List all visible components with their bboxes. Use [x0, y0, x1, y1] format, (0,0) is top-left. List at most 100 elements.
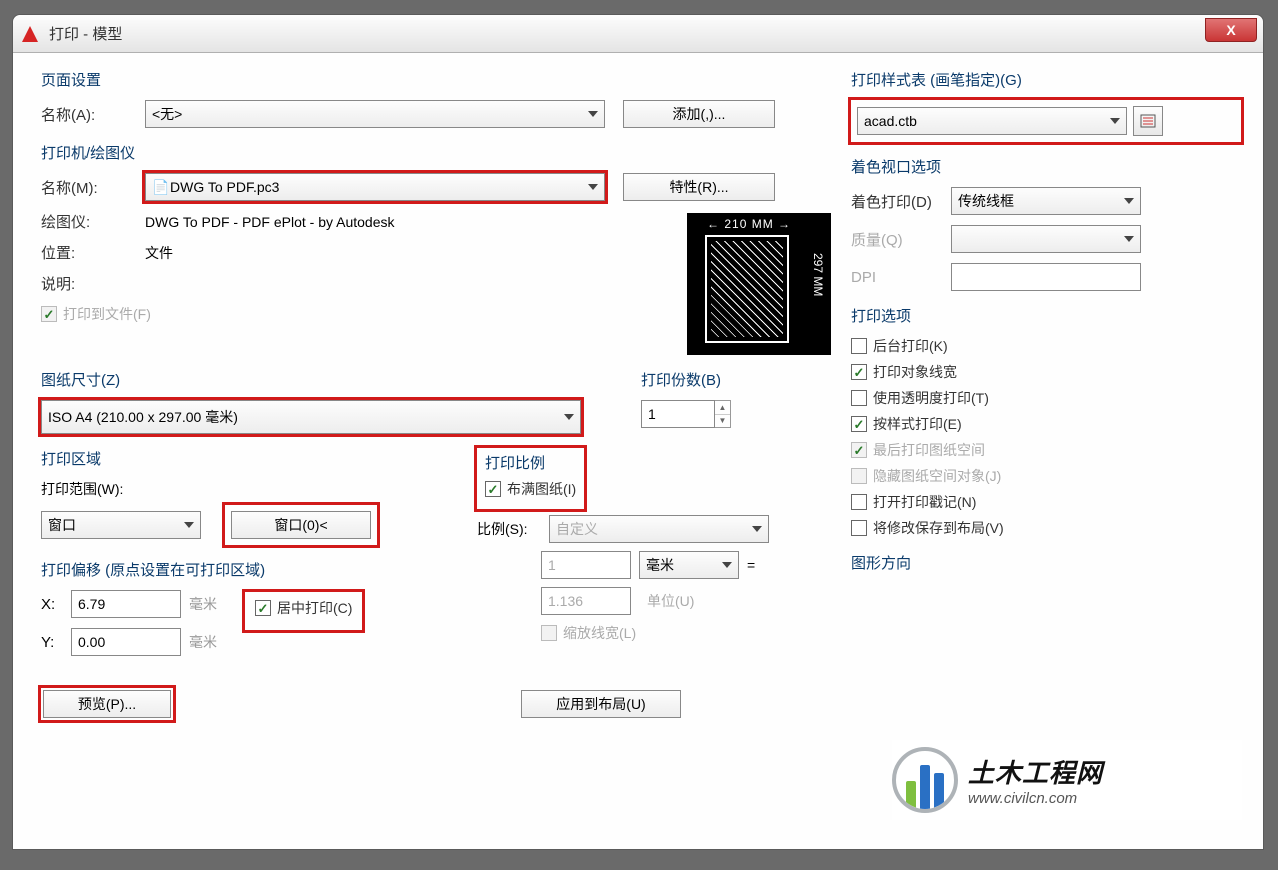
copies-spinner[interactable]: ▲▼ — [715, 400, 731, 428]
titlebar: 打印 - 模型 X — [13, 15, 1263, 53]
opt-hide-paperspace: 隐藏图纸空间对象(J) — [851, 466, 1241, 486]
printer-name-select[interactable]: 📄 DWG To PDF.pc3 — [145, 173, 605, 201]
copies-input[interactable] — [641, 400, 715, 428]
opt-transparency[interactable]: 使用透明度打印(T) — [851, 388, 1241, 408]
paper-size-heading: 图纸尺寸(Z) — [41, 369, 601, 390]
checkbox-icon — [851, 442, 867, 458]
scale-unit-select[interactable]: 毫米 — [639, 551, 739, 579]
checkbox-icon — [485, 481, 501, 497]
add-button[interactable]: 添加(,)... — [623, 100, 775, 128]
opt-plot-stamp[interactable]: 打开打印戳记(N) — [851, 492, 1241, 512]
offset-y-label: Y: — [41, 634, 63, 651]
offset-x-label: X: — [41, 596, 63, 613]
checkbox-icon — [851, 338, 867, 354]
scale-num-input — [541, 551, 631, 579]
watermark-en: www.civilcn.com — [968, 790, 1103, 807]
watermark: 土木工程网 www.civilcn.com — [892, 740, 1242, 820]
plot-range-select[interactable]: 窗口 — [41, 511, 201, 539]
copies-heading: 打印份数(B) — [641, 369, 731, 390]
print-dialog: 打印 - 模型 X 页面设置 名称(A): <无> 添加(,)... — [12, 14, 1264, 850]
plot-area-group: 打印区域 打印范围(W): 窗口 窗口(0)< — [41, 448, 441, 545]
checkbox-icon — [851, 390, 867, 406]
scale-label: 比例(S): — [477, 519, 541, 539]
apply-to-layout-button[interactable]: 应用到布局(U) — [521, 690, 681, 718]
offset-x-unit: 毫米 — [189, 594, 225, 614]
page-setup-group: 页面设置 名称(A): <无> 添加(,)... — [41, 69, 831, 128]
center-plot-checkbox[interactable]: 居中打印(C) — [255, 598, 352, 618]
checkbox-icon — [851, 520, 867, 536]
where-label: 位置: — [41, 242, 145, 263]
opt-lineweights[interactable]: 打印对象线宽 — [851, 362, 1241, 382]
opt-plot-styles[interactable]: 按样式打印(E) — [851, 414, 1241, 434]
window-title: 打印 - 模型 — [49, 23, 122, 44]
watermark-logo-icon — [892, 747, 958, 813]
scale-lineweight-checkbox: 缩放线宽(L) — [477, 623, 817, 643]
checkbox-icon — [851, 416, 867, 432]
opt-save-layout[interactable]: 将修改保存到布局(V) — [851, 518, 1241, 538]
plot-options-heading: 打印选项 — [851, 305, 1241, 326]
paper-size-group: 图纸尺寸(Z) ISO A4 (210.00 x 297.00 毫米) — [41, 369, 601, 434]
printer-heading: 打印机/绘图仪 — [41, 142, 831, 163]
equals-label: = — [747, 557, 755, 573]
quality-label: 质量(Q) — [851, 229, 951, 250]
plot-options-group: 打印选项 后台打印(K) 打印对象线宽 使用透明度打印(T) 按样式打印(E) … — [851, 305, 1241, 538]
paper-size-select[interactable]: ISO A4 (210.00 x 297.00 毫米) — [41, 400, 581, 434]
desc-label: 说明: — [41, 273, 145, 294]
plot-range-value: 窗口 — [48, 515, 76, 535]
plot-offset-group: 打印偏移 (原点设置在可打印区域) X: 毫米 Y: — [41, 559, 441, 666]
offset-y-unit: 毫米 — [189, 632, 225, 652]
plotter-label: 绘图仪: — [41, 211, 145, 232]
plot-style-select[interactable]: acad.ctb — [857, 107, 1127, 135]
shade-heading: 着色视口选项 — [851, 156, 1241, 177]
opt-background[interactable]: 后台打印(K) — [851, 336, 1241, 356]
plot-area-heading: 打印区域 — [41, 448, 441, 469]
where-value: 文件 — [145, 243, 173, 263]
offset-x-input[interactable] — [71, 590, 181, 618]
edit-style-button[interactable] — [1133, 106, 1163, 136]
opt-paperspace-last: 最后打印图纸空间 — [851, 440, 1241, 460]
checkbox-icon — [541, 625, 557, 641]
page-name-select[interactable]: <无> — [145, 100, 605, 128]
page-setup-heading: 页面设置 — [41, 69, 831, 90]
copies-group: 打印份数(B) ▲▼ — [641, 369, 731, 434]
checkbox-icon — [851, 468, 867, 484]
scale-select: 自定义 — [549, 515, 769, 543]
shade-plot-select[interactable]: 传统线框 — [951, 187, 1141, 215]
preview-height: 297 MM — [811, 253, 825, 296]
checkbox-icon — [255, 600, 271, 616]
plot-style-heading: 打印样式表 (画笔指定)(G) — [851, 69, 1241, 90]
left-column: 页面设置 名称(A): <无> 添加(,)... 打印机/绘图仪 — [41, 69, 831, 841]
close-button[interactable]: X — [1205, 18, 1257, 42]
paper-preview: ← 210 MM → 297 MM — [687, 213, 831, 355]
checkbox-icon — [41, 306, 57, 322]
shade-viewport-group: 着色视口选项 着色打印(D) 传统线框 质量(Q) DPI — [851, 156, 1241, 291]
printer-name-value: DWG To PDF.pc3 — [170, 179, 279, 195]
fit-to-paper-checkbox[interactable]: 布满图纸(I) — [485, 479, 576, 499]
printer-name-label: 名称(M): — [41, 177, 145, 198]
window-button[interactable]: 窗口(0)< — [231, 511, 371, 539]
dpi-label: DPI — [851, 269, 951, 286]
plotter-value: DWG To PDF - PDF ePlot - by Autodesk — [145, 214, 394, 230]
quality-select — [951, 225, 1141, 253]
paper-size-value: ISO A4 (210.00 x 297.00 毫米) — [48, 407, 238, 427]
dpi-input — [951, 263, 1141, 291]
app-icon — [19, 23, 41, 45]
plot-style-value: acad.ctb — [864, 113, 917, 129]
printer-group: 打印机/绘图仪 名称(M): 📄 DWG To PDF.pc3 特性(R)... — [41, 142, 831, 355]
orientation-group: 图形方向 — [851, 552, 1241, 573]
dialog-content: 页面设置 名称(A): <无> 添加(,)... 打印机/绘图仪 — [13, 53, 1263, 849]
watermark-cn: 土木工程网 — [968, 753, 1103, 790]
page-name-value: <无> — [152, 104, 182, 124]
shade-plot-label: 着色打印(D) — [851, 191, 951, 212]
plot-scale-group: 打印比例 布满图纸(I) 比例(S): 自定义 — [477, 448, 817, 643]
plot-to-file-checkbox[interactable]: 打印到文件(F) — [41, 304, 677, 324]
watermark-text: 土木工程网 www.civilcn.com — [968, 753, 1103, 807]
preview-button[interactable]: 预览(P)... — [43, 690, 171, 718]
plot-style-group: 打印样式表 (画笔指定)(G) acad.ctb — [851, 69, 1241, 142]
offset-y-input[interactable] — [71, 628, 181, 656]
orientation-heading: 图形方向 — [851, 552, 1241, 573]
right-column: 打印样式表 (画笔指定)(G) acad.ctb 着色视口选项 着色打印(D) … — [851, 69, 1241, 841]
plot-offset-heading: 打印偏移 (原点设置在可打印区域) — [41, 559, 441, 580]
units-label: 单位(U) — [647, 591, 694, 611]
printer-props-button[interactable]: 特性(R)... — [623, 173, 775, 201]
